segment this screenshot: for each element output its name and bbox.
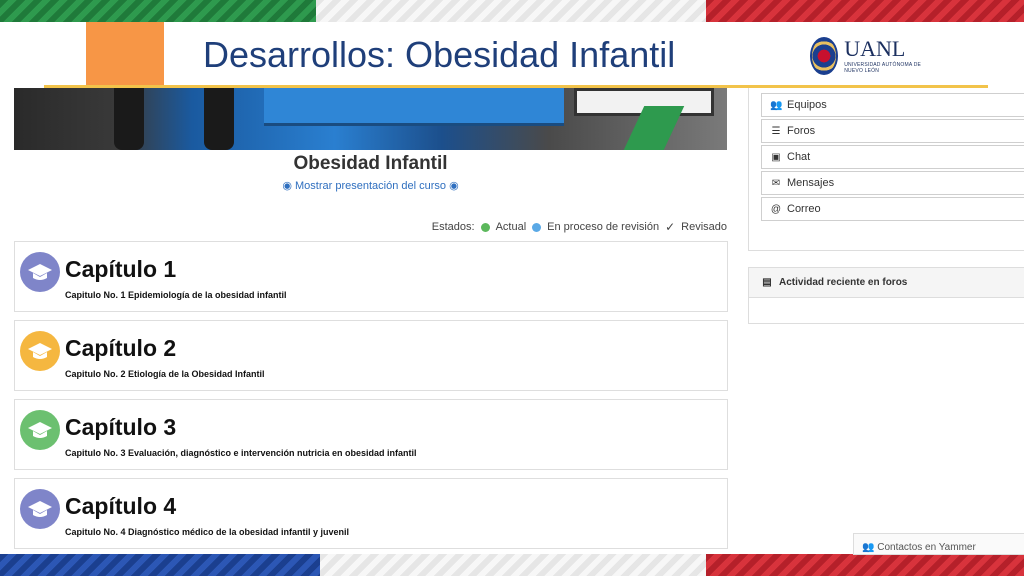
sidebar-item-chat[interactable]: ▣ Chat: [761, 145, 1024, 169]
sidebar-item-foros[interactable]: ☰ Foros: [761, 119, 1024, 143]
recent-activity-header: ▤ Actividad reciente en foros: [749, 268, 1024, 298]
list-alt-icon: ▤: [762, 277, 772, 288]
uanl-seal-icon: [810, 37, 839, 75]
users-icon: 👥: [862, 542, 875, 553]
yammer-contacts-panel: 👥 Contactos en Yammer: [853, 533, 1024, 555]
chevron-circle-down-icon: ◉: [282, 180, 292, 192]
logo-text: UANL: [844, 36, 906, 61]
users-icon: 👥: [770, 99, 783, 111]
chapter-list: Capítulo 1 Capitulo No. 1 Epidemiología …: [14, 241, 728, 557]
recent-activity-panel: ▤ Actividad reciente en foros: [748, 267, 1024, 324]
graduation-cap-icon: [20, 410, 60, 450]
sidebar-item-equipos[interactable]: 👥 Equipos: [761, 93, 1024, 117]
chevron-circle-down-icon: ◉: [449, 180, 459, 192]
chapter-name: Capítulo 3: [65, 414, 177, 440]
chat-icon: ▣: [771, 151, 781, 163]
list-icon: ☰: [771, 125, 781, 137]
chapter-description: Capitulo No. 3 Evaluación, diagnóstico e…: [65, 448, 417, 458]
chapter-description: Capitulo No. 4 Diagnóstico médico de la …: [65, 527, 350, 537]
course-title: Obesidad Infantil: [293, 153, 448, 174]
orange-accent-block: [86, 22, 164, 88]
at-icon: @: [770, 203, 782, 215]
slide-title: Desarrollos: Obesidad Infantil: [203, 34, 676, 75]
chapter-description: Capitulo No. 1 Epidemiología de la obesi…: [65, 290, 287, 300]
chapter-name: Capítulo 1: [65, 256, 177, 282]
graduation-cap-icon: [20, 252, 60, 292]
chapter-card-2[interactable]: Capítulo 2 Capitulo No. 2 Etiología de l…: [14, 320, 728, 391]
chapter-card-1[interactable]: Capítulo 1 Capitulo No. 1 Epidemiología …: [14, 241, 728, 312]
checkmark-icon: ✓: [665, 220, 676, 234]
course-banner-image: [14, 88, 727, 150]
show-presentation-link[interactable]: ◉ Mostrar presentación del curso ◉: [0, 179, 741, 192]
chapter-name: Capítulo 4: [65, 493, 177, 519]
chapter-description: Capitulo No. 2 Etiología de la Obesidad …: [65, 369, 265, 379]
status-legend: Estados: Actual En proceso de revisión ✓…: [431, 220, 727, 234]
status-review-dot-icon: [532, 222, 542, 232]
sidebar-item-mensajes[interactable]: ✉ Mensajes: [761, 171, 1024, 195]
top-decorative-stripe: [0, 0, 1024, 22]
graduation-cap-icon: [20, 489, 60, 529]
status-current-dot-icon: [480, 222, 490, 232]
bottom-decorative-stripe: [0, 554, 1024, 576]
graduation-cap-icon: [20, 331, 60, 371]
chapter-card-4[interactable]: Capítulo 4 Capitulo No. 4 Diagnóstico mé…: [14, 478, 728, 549]
chapter-name: Capítulo 2: [65, 335, 177, 361]
sidebar-item-correo[interactable]: @ Correo: [761, 197, 1024, 221]
envelope-icon: ✉: [771, 177, 781, 189]
uanl-logo: UANL UNIVERSIDAD AUTÓNOMA DE NUEVO LEÓN: [810, 30, 925, 82]
logo-subtitle: UNIVERSIDAD AUTÓNOMA DE NUEVO LEÓN: [844, 62, 922, 74]
chapter-card-3[interactable]: Capítulo 3 Capitulo No. 3 Evaluación, di…: [14, 399, 728, 470]
